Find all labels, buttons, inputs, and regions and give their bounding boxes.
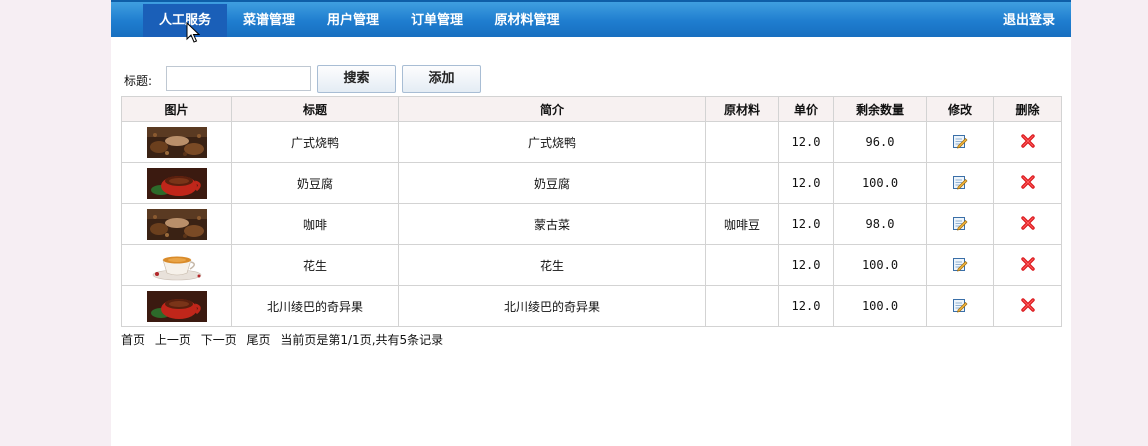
logout-link[interactable]: 退出登录 (1003, 4, 1055, 37)
first-page-link[interactable]: 首页 (121, 333, 145, 347)
dish-intro: 花生 (398, 244, 706, 286)
table-row: 咖啡 蒙古菜 咖啡豆 12.0 98.0 (121, 203, 1062, 245)
edit-cell (926, 244, 994, 286)
edit-cell (926, 285, 994, 327)
column-header-intro: 简介 (398, 96, 706, 122)
table-row: 花生 花生 12.0 100.0 (121, 244, 1062, 286)
table-body: 广式烧鸭 广式烧鸭 12.0 96.0 奶豆腐 奶豆腐 12.0 100.0 咖啡 蒙古菜 咖啡豆 1… (121, 121, 1062, 327)
edit-icon[interactable] (952, 256, 968, 275)
pagination: 首页 上一页 下一页 尾页 当前页是第1/1页,共有5条记录 (121, 331, 449, 348)
dish-price: 12.0 (778, 203, 834, 245)
column-header-stock: 剩余数量 (833, 96, 927, 122)
delete-cell (993, 121, 1062, 163)
page-summary: 当前页是第1/1页,共有5条记录 (280, 333, 444, 347)
dish-intro: 北川绫巴的奇异果 (398, 285, 706, 327)
edit-icon[interactable] (952, 174, 968, 193)
edit-icon[interactable] (952, 133, 968, 152)
nav-item-order-management[interactable]: 订单管理 (401, 4, 473, 37)
nav-item-menu-management[interactable]: 菜谱管理 (233, 4, 305, 37)
dish-material: 咖啡豆 (705, 203, 779, 245)
dish-stock: 100.0 (833, 162, 927, 204)
dish-table: 图片 标题 简介 原材料 单价 剩余数量 修改 删除 广式烧鸭 广式烧鸭 12.0 9… (121, 96, 1062, 327)
top-navbar: 人工服务 菜谱管理 用户管理 订单管理 原材料管理 退出登录 (111, 0, 1071, 43)
main-page: 人工服务 菜谱管理 用户管理 订单管理 原材料管理 退出登录 标题: 搜索 添加… (111, 0, 1071, 446)
dish-thumbnail (146, 290, 207, 322)
dish-title: 花生 (231, 244, 399, 286)
dish-image-cell (121, 203, 232, 245)
prev-page-link[interactable]: 上一页 (155, 333, 191, 347)
delete-icon[interactable] (1020, 215, 1035, 233)
edit-cell (926, 203, 994, 245)
delete-cell (993, 244, 1062, 286)
dish-title: 咖啡 (231, 203, 399, 245)
dish-title: 广式烧鸭 (231, 121, 399, 163)
table-row: 北川绫巴的奇异果 北川绫巴的奇异果 12.0 100.0 (121, 285, 1062, 327)
table-header-row: 图片 标题 简介 原材料 单价 剩余数量 修改 删除 (121, 96, 1062, 122)
delete-icon[interactable] (1020, 133, 1035, 151)
last-page-link[interactable]: 尾页 (247, 333, 271, 347)
edit-icon[interactable] (952, 215, 968, 234)
search-button[interactable]: 搜索 (317, 65, 396, 93)
delete-cell (993, 162, 1062, 204)
delete-icon[interactable] (1020, 256, 1035, 274)
dish-image-cell (121, 162, 232, 204)
dish-stock: 100.0 (833, 285, 927, 327)
dish-image-cell (121, 244, 232, 286)
dish-material (705, 121, 779, 163)
dish-intro: 奶豆腐 (398, 162, 706, 204)
dish-thumbnail (146, 126, 207, 158)
delete-cell (993, 285, 1062, 327)
dish-thumbnail (146, 208, 207, 240)
dish-thumbnail (146, 249, 207, 281)
delete-icon[interactable] (1020, 297, 1035, 315)
dish-material (705, 285, 779, 327)
add-button[interactable]: 添加 (402, 65, 481, 93)
delete-icon[interactable] (1020, 174, 1035, 192)
nav-item-material-management[interactable]: 原材料管理 (485, 4, 569, 37)
dish-title: 北川绫巴的奇异果 (231, 285, 399, 327)
search-label: 标题: (124, 74, 153, 88)
column-header-delete: 删除 (993, 96, 1062, 122)
dish-stock: 98.0 (833, 203, 927, 245)
dish-price: 12.0 (778, 162, 834, 204)
dish-image-cell (121, 285, 232, 327)
dish-price: 12.0 (778, 244, 834, 286)
dish-material (705, 244, 779, 286)
dish-image-cell (121, 121, 232, 163)
column-header-material: 原材料 (705, 96, 779, 122)
dish-intro: 广式烧鸭 (398, 121, 706, 163)
dish-stock: 100.0 (833, 244, 927, 286)
nav-item-user-management[interactable]: 用户管理 (317, 4, 389, 37)
dish-price: 12.0 (778, 285, 834, 327)
dish-intro: 蒙古菜 (398, 203, 706, 245)
column-header-edit: 修改 (926, 96, 994, 122)
next-page-link[interactable]: 下一页 (201, 333, 237, 347)
dish-material (705, 162, 779, 204)
dish-price: 12.0 (778, 121, 834, 163)
column-header-price: 单价 (778, 96, 834, 122)
edit-icon[interactable] (952, 297, 968, 316)
table-row: 广式烧鸭 广式烧鸭 12.0 96.0 (121, 121, 1062, 163)
edit-cell (926, 162, 994, 204)
mouse-cursor-icon (186, 22, 200, 43)
title-search-input[interactable] (166, 66, 311, 91)
dish-title: 奶豆腐 (231, 162, 399, 204)
delete-cell (993, 203, 1062, 245)
dish-thumbnail (146, 167, 207, 199)
column-header-title: 标题 (231, 96, 399, 122)
column-header-image: 图片 (121, 96, 232, 122)
table-row: 奶豆腐 奶豆腐 12.0 100.0 (121, 162, 1062, 204)
nav-item-customer-service[interactable]: 人工服务 (143, 4, 227, 37)
edit-cell (926, 121, 994, 163)
dish-stock: 96.0 (833, 121, 927, 163)
